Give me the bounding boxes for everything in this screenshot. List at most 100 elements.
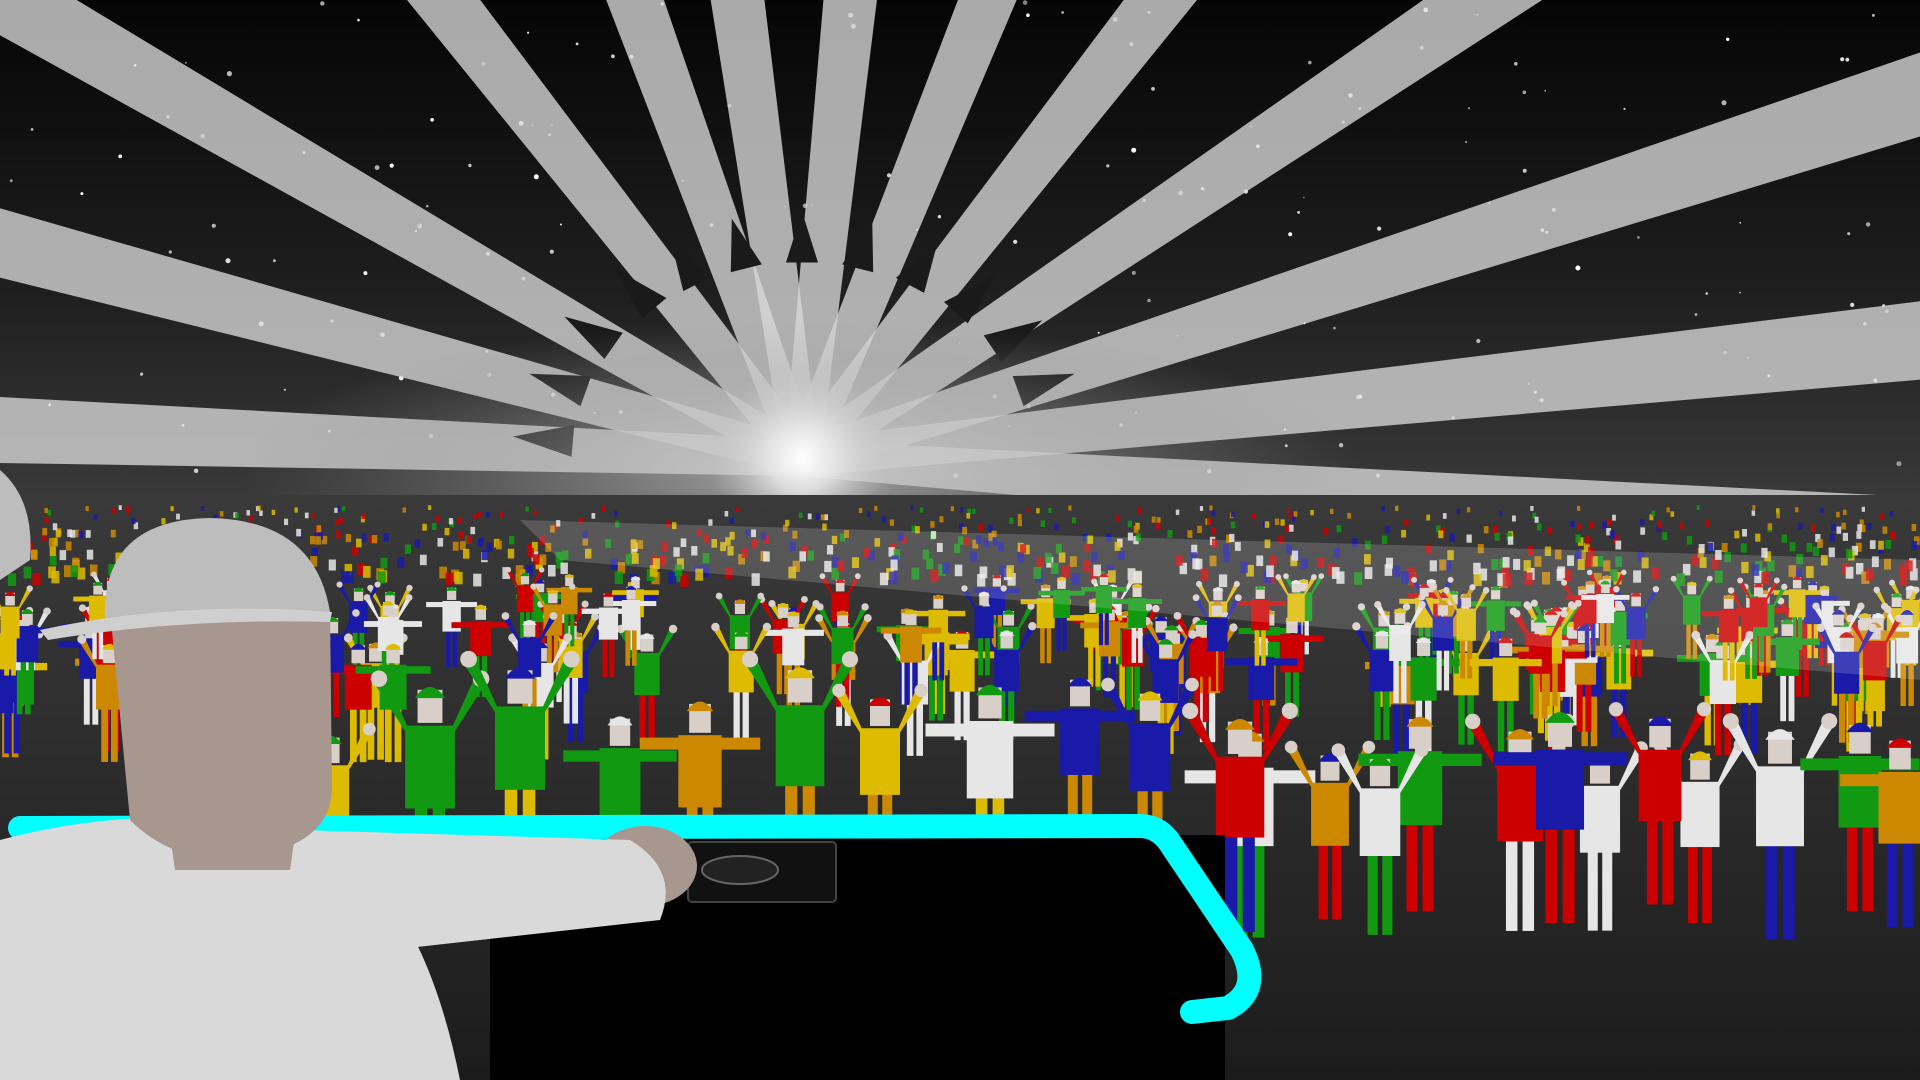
crowd-person-far (1867, 523, 1872, 530)
crowd-person-far (1040, 520, 1045, 527)
crowd-person-far (1577, 523, 1582, 530)
crowd-person-far (1230, 521, 1236, 529)
crowd-person-far (435, 516, 440, 523)
star-particle (1303, 196, 1305, 199)
crowd-person-far (1781, 534, 1787, 543)
star-particle (1026, 13, 1030, 17)
crowd-person-far (1466, 507, 1471, 513)
crowd-person-far (988, 524, 993, 532)
crowd-person-far (874, 505, 878, 511)
crowd-person-far (1206, 518, 1211, 525)
crowd-person-far (1381, 535, 1388, 544)
star-particle (1896, 461, 1902, 467)
crowd-person-far (334, 507, 338, 513)
crowd-person-far (284, 518, 289, 526)
star-particle (549, 249, 554, 254)
crowd-person-far (1197, 525, 1202, 533)
crowd-person-far (1843, 509, 1847, 515)
crowd-person-far (1274, 518, 1279, 525)
star-particle (1013, 239, 1018, 244)
crowd-person-far (1752, 505, 1756, 510)
star-particle (1850, 302, 1855, 307)
crowd-person-far (345, 534, 351, 543)
star-particle (527, 31, 530, 34)
crowd-person-far (337, 506, 341, 511)
crowd-person-far (1570, 520, 1575, 528)
crowd-person-far (342, 506, 346, 512)
star-particle (211, 223, 216, 228)
crowd-person-far (1347, 512, 1351, 519)
crowd-person-far (1575, 534, 1581, 543)
crowd-person-far (527, 547, 534, 558)
crowd-person-far (858, 507, 863, 513)
crowd-person-far (1842, 532, 1848, 541)
star-particle (559, 223, 562, 226)
crowd-person-far (419, 554, 427, 566)
crowd-person-far (525, 506, 529, 512)
crowd-person-far (820, 514, 825, 521)
crowd-person-far (363, 566, 371, 578)
crowd-person-far (1068, 505, 1072, 511)
crowd-person-far (248, 515, 253, 521)
crowd-person-far (1137, 508, 1142, 514)
star-particle (1544, 89, 1547, 92)
crowd-person-far (200, 506, 205, 511)
star-particle (1705, 292, 1708, 295)
star-particle (118, 154, 123, 159)
crowd-person-far (1072, 517, 1076, 524)
turntable-platter[interactable] (701, 855, 779, 885)
crowd-person-far (1048, 507, 1052, 513)
crowd-person-far (70, 565, 79, 578)
crowd-person-far (1721, 543, 1728, 553)
crowd-person-far (499, 512, 504, 518)
crowd-person-far (1175, 509, 1180, 515)
crowd-person-far (1438, 530, 1444, 539)
crowd-person-far (70, 530, 76, 538)
crowd-person-far (960, 507, 964, 513)
crowd-person-far (1036, 508, 1040, 514)
star-particle (374, 165, 380, 171)
crowd-person-far (910, 505, 914, 510)
crowd-person-far (49, 554, 57, 566)
crowd-person-far (1293, 511, 1298, 517)
star-particle (1061, 11, 1064, 14)
crowd-person-far (1395, 506, 1399, 512)
crowd-person-far (404, 544, 411, 554)
star-particle (226, 71, 232, 77)
crowd-person-far (340, 571, 349, 584)
star-particle (1288, 232, 1293, 237)
crowd-person-far (361, 533, 367, 542)
crowd-person-far (118, 505, 122, 510)
star-particle (1131, 270, 1136, 275)
crowd-person-far (428, 505, 432, 510)
crowd-person-far (1133, 525, 1139, 533)
star-particle (1721, 100, 1727, 106)
game-scene[interactable] (0, 0, 1920, 1080)
crowd-person-far (1911, 541, 1918, 550)
crowd-person-far (950, 506, 954, 512)
crowd-person-far (602, 506, 606, 512)
crowd-person-far (560, 562, 568, 574)
crowd-person-far (614, 510, 618, 517)
crowd-person-far (1404, 519, 1409, 527)
crowd-person-far (402, 507, 406, 513)
scene-canvas[interactable] (0, 0, 1920, 1080)
crowd-person-far (1449, 533, 1455, 542)
star-particle (1297, 211, 1300, 214)
crowd-person-far (930, 521, 935, 528)
star-particle (363, 271, 368, 276)
crowd-person-far (1209, 505, 1213, 511)
crowd-person-far (47, 510, 51, 516)
crowd-person-far (1286, 508, 1291, 514)
crowd-person-far (1336, 525, 1342, 533)
crowd-person-far (1911, 524, 1917, 531)
crowd-person-far (785, 519, 790, 527)
crowd-person-far (176, 513, 180, 520)
crowd-person-far (1151, 516, 1156, 523)
crowd-person-far (866, 511, 871, 517)
crowd-person-far (328, 559, 336, 571)
star-particle (1865, 222, 1871, 227)
star-particle (1467, 107, 1471, 110)
crowd-person-far (437, 538, 444, 547)
crowd-person-far (1662, 532, 1668, 541)
